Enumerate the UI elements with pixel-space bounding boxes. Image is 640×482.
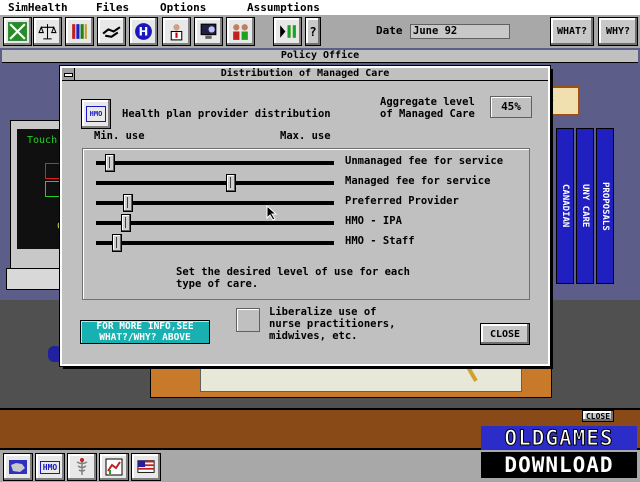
whats-button[interactable]: WHAT? (550, 17, 594, 46)
slider-thumb[interactable] (123, 194, 133, 212)
checkbox-label-line2: nurse practitioners, (269, 318, 396, 330)
monitor-box (45, 163, 61, 179)
slider-track[interactable] (96, 241, 334, 245)
instruction-line1: Set the desired level of use for each (176, 266, 410, 278)
svg-text:H: H (139, 25, 149, 39)
checkbox-label-line1: Liberalize use of (269, 306, 377, 318)
pause-play-icon[interactable] (273, 17, 302, 46)
managed-care-dialog: Distribution of Managed Care HMO Health … (60, 66, 550, 366)
caduceus-icon[interactable] (67, 453, 97, 481)
doctor-icon[interactable] (162, 17, 191, 46)
slider-thumb[interactable] (226, 174, 236, 192)
slider-thumb[interactable] (112, 234, 122, 252)
aggregate-value: 45% (490, 96, 532, 118)
checkbox-label-line3: midwives, etc. (269, 330, 358, 342)
slider-label: HMO - IPA (345, 215, 402, 227)
whys-button[interactable]: WHY? (598, 17, 638, 46)
monitor-box (45, 181, 61, 197)
usa-map-icon[interactable] (3, 453, 33, 481)
chart-icon[interactable] (99, 453, 129, 481)
scales-icon[interactable] (33, 17, 62, 46)
slider-label: Managed fee for service (345, 175, 491, 187)
slider-label: Preferred Provider (345, 195, 459, 207)
info-line1: FOR MORE INFO,SEE (96, 321, 194, 332)
handshake-icon[interactable] (97, 17, 126, 46)
date-label: Date (376, 24, 403, 37)
book-proposals[interactable]: PROPOSALS (596, 128, 614, 284)
watermark-line1: OLDGAMES (481, 426, 637, 451)
map-icon[interactable] (3, 17, 32, 46)
slider-label: Unmanaged fee for service (345, 155, 504, 167)
flag-icon[interactable] (131, 453, 161, 481)
book-uny-care[interactable]: UNY CARE (576, 128, 594, 284)
aggregate-label-line2: of Managed Care (380, 108, 475, 120)
aggregate-label-line1: Aggregate level (380, 96, 475, 108)
slider-thumb[interactable] (105, 154, 115, 172)
books-icon[interactable] (65, 17, 94, 46)
info-button[interactable]: FOR MORE INFO,SEE WHAT?/WHY? ABOVE (80, 320, 210, 344)
toolbar: H ? Date June 92 WHAT? WHY? (0, 15, 640, 50)
keyboard (6, 268, 68, 290)
slider-track[interactable] (96, 221, 334, 225)
computer-icon[interactable] (194, 17, 223, 46)
menu-bar: SimHealth Files Options Assumptions (0, 0, 640, 16)
window-title: Policy Office (2, 50, 638, 63)
info-line2: WHAT?/WHY? ABOVE (99, 332, 191, 343)
hmo-icon[interactable]: HMO (35, 453, 65, 481)
monitor-text: Touch (27, 135, 58, 146)
slider-thumb[interactable] (121, 214, 131, 232)
menu-simhealth[interactable]: SimHealth (8, 1, 68, 14)
dialog-heading: Health plan provider distribution (122, 108, 331, 120)
mouse-cursor-icon (266, 205, 278, 221)
min-use-label: Min. use (94, 130, 145, 142)
menu-files[interactable]: Files (96, 1, 129, 14)
people-icon[interactable] (226, 17, 255, 46)
close-button[interactable]: CLOSE (480, 323, 530, 345)
watermark-line2: DOWNLOAD (481, 452, 637, 478)
hmo-icon: HMO (81, 99, 111, 129)
slider-track[interactable] (96, 161, 334, 165)
slider-track[interactable] (96, 181, 334, 185)
book-canadian[interactable]: CANADIAN (556, 128, 574, 284)
max-use-label: Max. use (280, 130, 331, 142)
scene-close-button[interactable]: CLOSE (582, 410, 614, 422)
help-icon[interactable]: ? (305, 17, 321, 46)
hospital-icon[interactable]: H (129, 17, 158, 46)
instruction-line2: type of care. (176, 278, 259, 290)
liberalize-checkbox[interactable] (236, 308, 260, 332)
dialog-title: Distribution of Managed Care (62, 68, 548, 81)
slider-label: HMO - Staff (345, 235, 415, 247)
menu-options[interactable]: Options (160, 1, 206, 14)
system-menu-icon[interactable] (62, 68, 75, 80)
date-field: June 92 (410, 24, 510, 39)
menu-assumptions[interactable]: Assumptions (247, 1, 320, 14)
